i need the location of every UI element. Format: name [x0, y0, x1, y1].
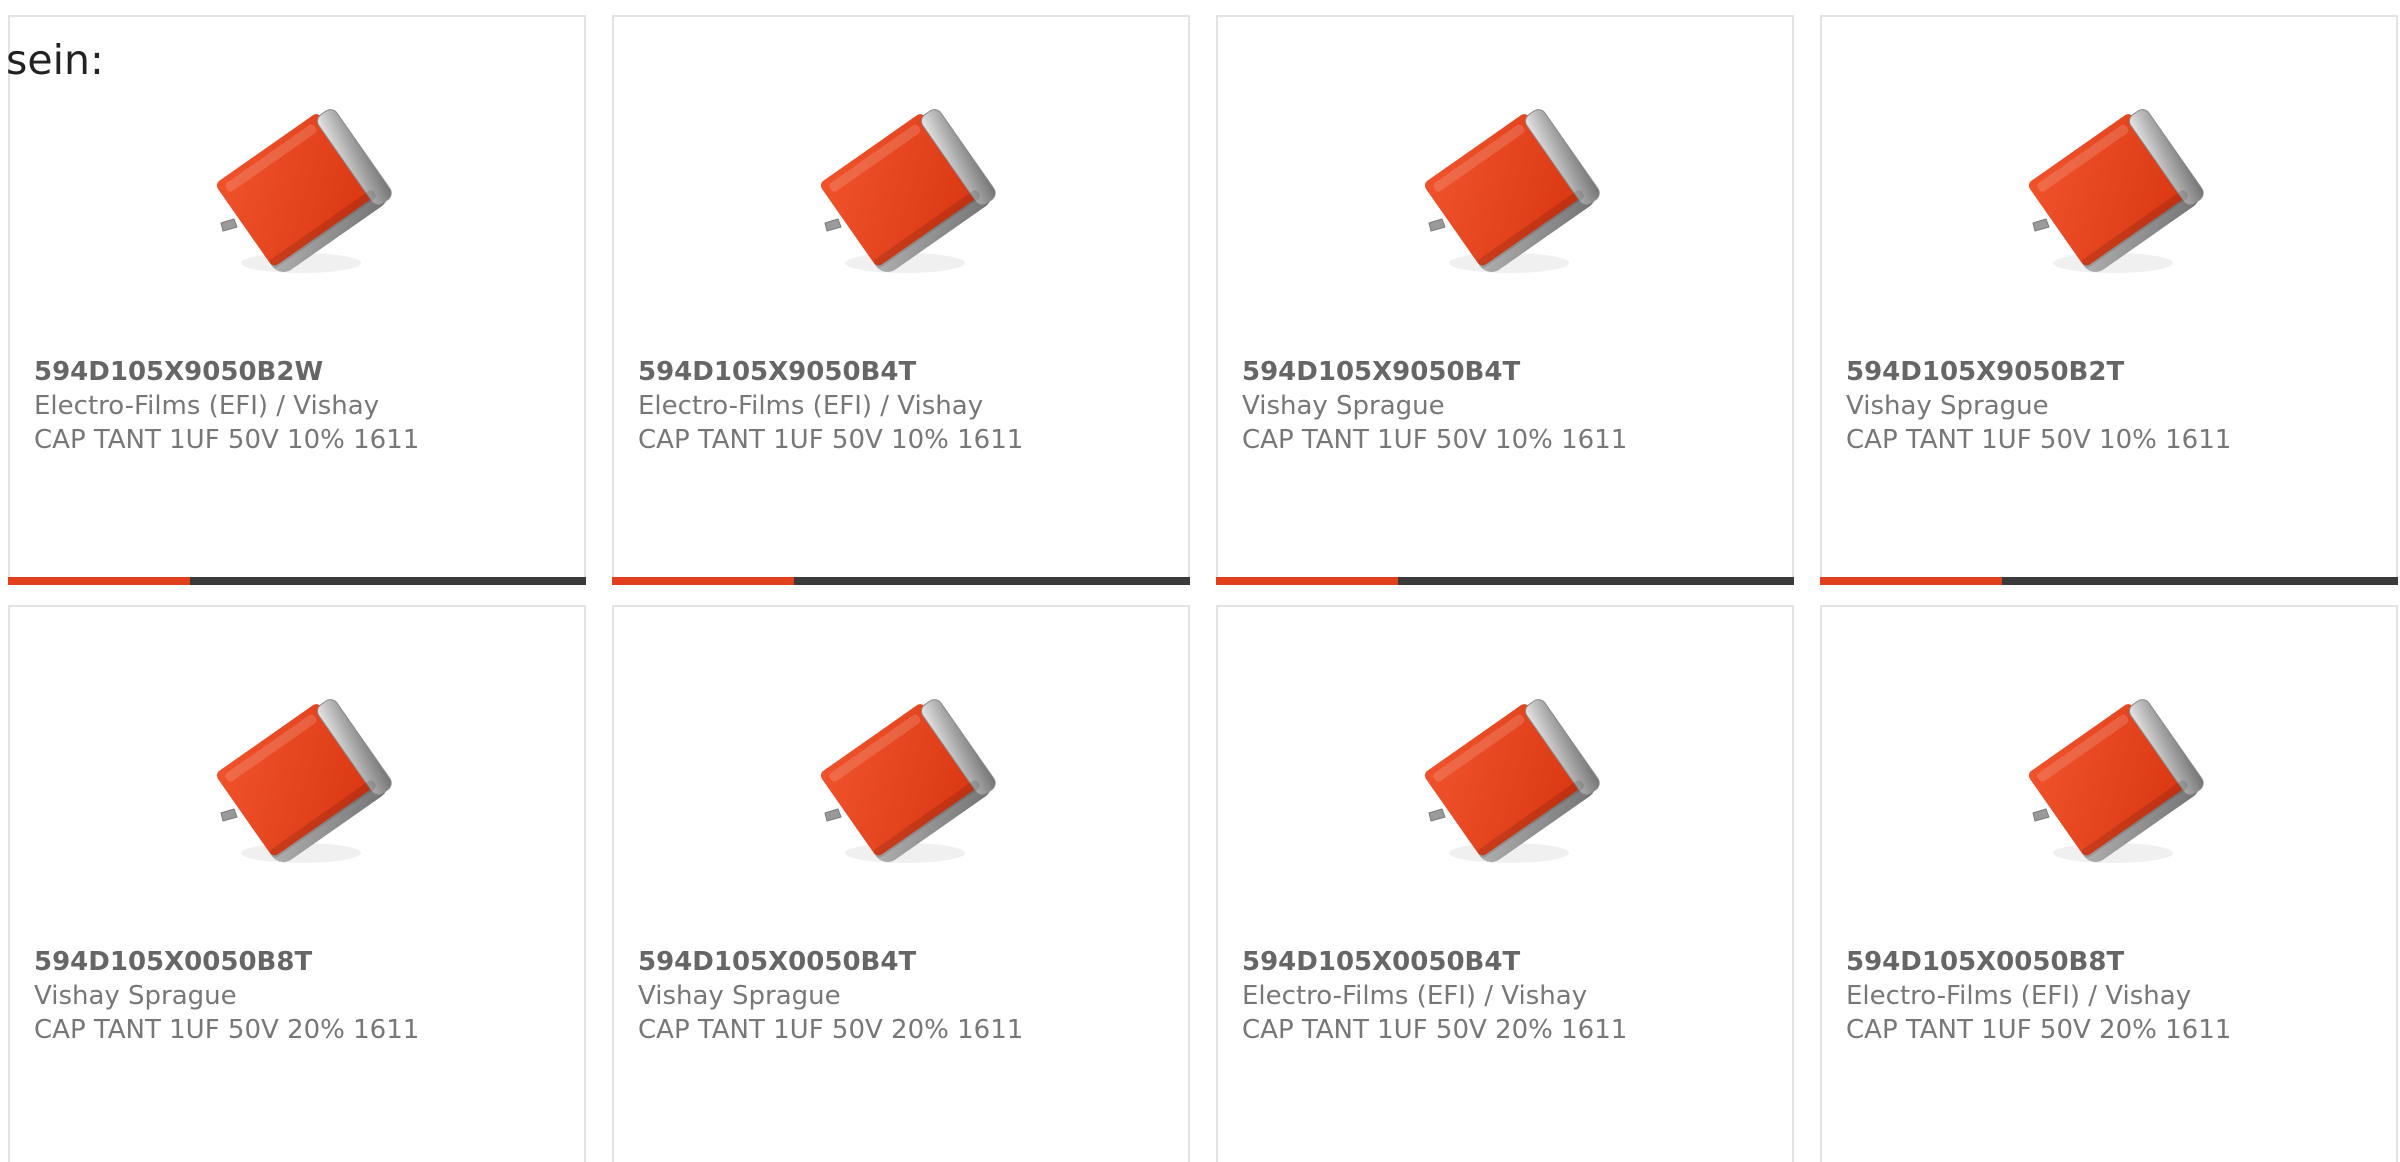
product-meta: 594D105X0050B8T Vishay Sprague CAP TANT … [34, 945, 572, 1047]
product-description: CAP TANT 1UF 50V 10% 1611 [1242, 425, 1628, 455]
part-number-link[interactable]: 594D105X0050B8T [34, 945, 572, 979]
part-number-link[interactable]: 594D105X9050B2W [34, 355, 572, 389]
part-number-link[interactable]: 594D105X0050B8T [1846, 945, 2384, 979]
part-number-link[interactable]: 594D105X9050B4T [638, 355, 1176, 389]
availability-bar-fill [1820, 577, 2003, 585]
product-meta: 594D105X0050B4T Electro-Films (EFI) / Vi… [1242, 945, 1780, 1047]
tantalum-capacitor-image[interactable] [2009, 85, 2209, 295]
manufacturer-name: Electro-Films (EFI) / Vishay [638, 391, 984, 421]
product-description: CAP TANT 1UF 50V 10% 1611 [34, 425, 420, 455]
product-meta: 594D105X9050B4T Vishay Sprague CAP TANT … [1242, 355, 1780, 457]
product-meta: 594D105X9050B2T Vishay Sprague CAP TANT … [1846, 355, 2384, 457]
tantalum-capacitor-image[interactable] [2009, 675, 2209, 885]
tantalum-capacitor-image[interactable] [801, 675, 1001, 885]
intro-text: sein: [6, 36, 104, 84]
product-description: CAP TANT 1UF 50V 20% 1611 [1846, 1015, 2232, 1045]
product-card[interactable]: 594D105X0050B8T Vishay Sprague CAP TANT … [8, 605, 586, 1162]
tantalum-capacitor-image[interactable] [1405, 85, 1605, 295]
tantalum-capacitor-image[interactable] [801, 85, 1001, 295]
part-number-link[interactable]: 594D105X0050B4T [1242, 945, 1780, 979]
tantalum-capacitor-image[interactable] [197, 675, 397, 885]
part-number-link[interactable]: 594D105X9050B2T [1846, 355, 2384, 389]
product-grid-page: sein: 594D105X9050B2W Electro-Films (EFI… [0, 0, 2400, 1162]
availability-bar [8, 577, 586, 585]
product-description: CAP TANT 1UF 50V 20% 1611 [1242, 1015, 1628, 1045]
tantalum-capacitor-image[interactable] [197, 85, 397, 295]
manufacturer-name: Electro-Films (EFI) / Vishay [34, 391, 380, 421]
product-card[interactable]: 594D105X0050B4T Vishay Sprague CAP TANT … [612, 605, 1190, 1162]
part-number-link[interactable]: 594D105X0050B4T [638, 945, 1176, 979]
product-meta: 594D105X9050B2W Electro-Films (EFI) / Vi… [34, 355, 572, 457]
product-card[interactable]: 594D105X9050B2T Vishay Sprague CAP TANT … [1820, 15, 2398, 585]
availability-bar-fill [8, 577, 191, 585]
product-meta: 594D105X9050B4T Electro-Films (EFI) / Vi… [638, 355, 1176, 457]
product-card[interactable]: 594D105X9050B2W Electro-Films (EFI) / Vi… [8, 15, 586, 585]
product-meta: 594D105X0050B4T Vishay Sprague CAP TANT … [638, 945, 1176, 1047]
product-description: CAP TANT 1UF 50V 10% 1611 [1846, 425, 2232, 455]
manufacturer-name: Vishay Sprague [34, 981, 237, 1011]
manufacturer-name: Electro-Films (EFI) / Vishay [1846, 981, 2192, 1011]
product-card[interactable]: 594D105X9050B4T Electro-Films (EFI) / Vi… [612, 15, 1190, 585]
product-card[interactable]: 594D105X9050B4T Vishay Sprague CAP TANT … [1216, 15, 1794, 585]
product-description: CAP TANT 1UF 50V 20% 1611 [34, 1015, 420, 1045]
manufacturer-name: Vishay Sprague [1846, 391, 2049, 421]
availability-bar-fill [612, 577, 795, 585]
availability-bar [612, 577, 1190, 585]
availability-bar [1216, 577, 1794, 585]
part-number-link[interactable]: 594D105X9050B4T [1242, 355, 1780, 389]
product-description: CAP TANT 1UF 50V 20% 1611 [638, 1015, 1024, 1045]
product-meta: 594D105X0050B8T Electro-Films (EFI) / Vi… [1846, 945, 2384, 1047]
product-description: CAP TANT 1UF 50V 10% 1611 [638, 425, 1024, 455]
availability-bar-fill [1216, 577, 1399, 585]
tantalum-capacitor-image[interactable] [1405, 675, 1605, 885]
product-card[interactable]: 594D105X0050B4T Electro-Films (EFI) / Vi… [1216, 605, 1794, 1162]
manufacturer-name: Electro-Films (EFI) / Vishay [1242, 981, 1588, 1011]
product-card[interactable]: 594D105X0050B8T Electro-Films (EFI) / Vi… [1820, 605, 2398, 1162]
availability-bar [1820, 577, 2398, 585]
manufacturer-name: Vishay Sprague [638, 981, 841, 1011]
manufacturer-name: Vishay Sprague [1242, 391, 1445, 421]
